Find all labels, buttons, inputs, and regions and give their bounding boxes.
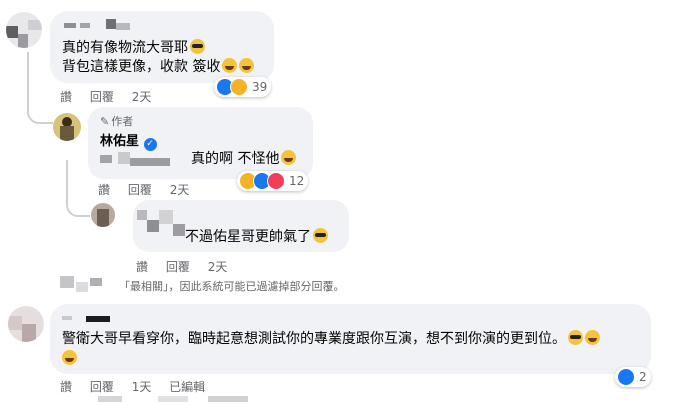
laugh-emoji <box>62 350 77 365</box>
grin-emoji <box>239 58 255 73</box>
notice-avatar-pixelated <box>60 274 110 292</box>
comment-bubble: 警衛大哥早看穿你，臨時起意想測試你的專業度跟你互演，想不到你演的更到位。 <box>50 304 651 374</box>
reply-link[interactable]: 回覆 <box>128 183 152 197</box>
avatar[interactable] <box>91 203 115 227</box>
reply-link[interactable]: 回覆 <box>90 380 114 394</box>
commenter-name-pixelated[interactable] <box>64 19 134 31</box>
comment-text: 真的啊 不怪他 <box>191 151 280 167</box>
edited-label[interactable]: 已編輯 <box>169 380 205 394</box>
mentioned-name-pixelated[interactable] <box>100 152 180 166</box>
sunglasses-emoji <box>568 330 583 345</box>
author-avatar[interactable] <box>53 113 81 141</box>
verified-badge-icon: ✓ <box>143 138 157 151</box>
reply-link[interactable]: 回覆 <box>90 90 114 104</box>
author-badge: 作者 <box>111 115 134 128</box>
reaction-count: 39 <box>252 80 268 94</box>
avatar[interactable] <box>8 306 44 342</box>
commenter-name-pixelated[interactable] <box>133 206 193 246</box>
timestamp[interactable]: 2天 <box>132 90 152 104</box>
reaction-count: 2 <box>639 370 647 384</box>
reaction-summary[interactable]: 2 <box>615 367 651 387</box>
filter-notice: 「最相關」，因此系統可能已過濾掉部分回覆。 <box>119 280 345 293</box>
grin-emoji <box>222 58 238 73</box>
sunglasses-emoji <box>313 228 328 243</box>
like-link[interactable]: 讚 <box>60 90 72 104</box>
reaction-summary[interactable]: 12 <box>237 171 309 191</box>
like-link[interactable]: 讚 <box>60 380 72 394</box>
comment-bubble: ✎ 作者 林佑星 ✓ 真的啊 不怪他 <box>88 107 313 179</box>
laugh-emoji <box>281 150 297 165</box>
like-reaction-icon <box>617 368 635 386</box>
like-link[interactable]: 讚 <box>98 183 110 197</box>
thread-line <box>66 160 90 217</box>
comment-text: 背包這樣更像，收款 簽收 <box>62 59 221 75</box>
reaction-count: 12 <box>289 174 305 188</box>
avatar[interactable] <box>6 12 42 48</box>
grin-emoji <box>585 330 600 345</box>
timestamp[interactable]: 2天 <box>170 183 190 197</box>
reply-link[interactable]: 回覆 <box>166 260 190 274</box>
comment-text: 警衛大哥早看穿你，臨時起意想測試你的專業度跟你互演，想不到你演的更到位。 <box>62 331 566 347</box>
comment-text: 不過佑星哥更帥氣了 <box>185 229 311 245</box>
comment-text: 真的有像物流大哥耶 <box>62 40 188 56</box>
author-name[interactable]: 林佑星 <box>100 134 139 149</box>
timestamp[interactable]: 2天 <box>208 260 228 274</box>
pen-icon: ✎ <box>100 115 110 128</box>
commenter-name-pixelated[interactable] <box>62 310 142 324</box>
reaction-summary[interactable]: 39 <box>214 77 272 97</box>
comment-bubble: 不過佑星哥更帥氣了 <box>133 200 349 252</box>
next-comment-pixelated <box>98 396 258 402</box>
haha-reaction-icon <box>230 78 248 96</box>
love-reaction-icon <box>267 172 285 190</box>
like-link[interactable]: 讚 <box>136 260 148 274</box>
timestamp[interactable]: 1天 <box>132 380 152 394</box>
sunglasses-emoji <box>190 39 205 54</box>
comment-bubble: 真的有像物流大哥耶 背包這樣更像，收款 簽收 <box>50 11 274 83</box>
